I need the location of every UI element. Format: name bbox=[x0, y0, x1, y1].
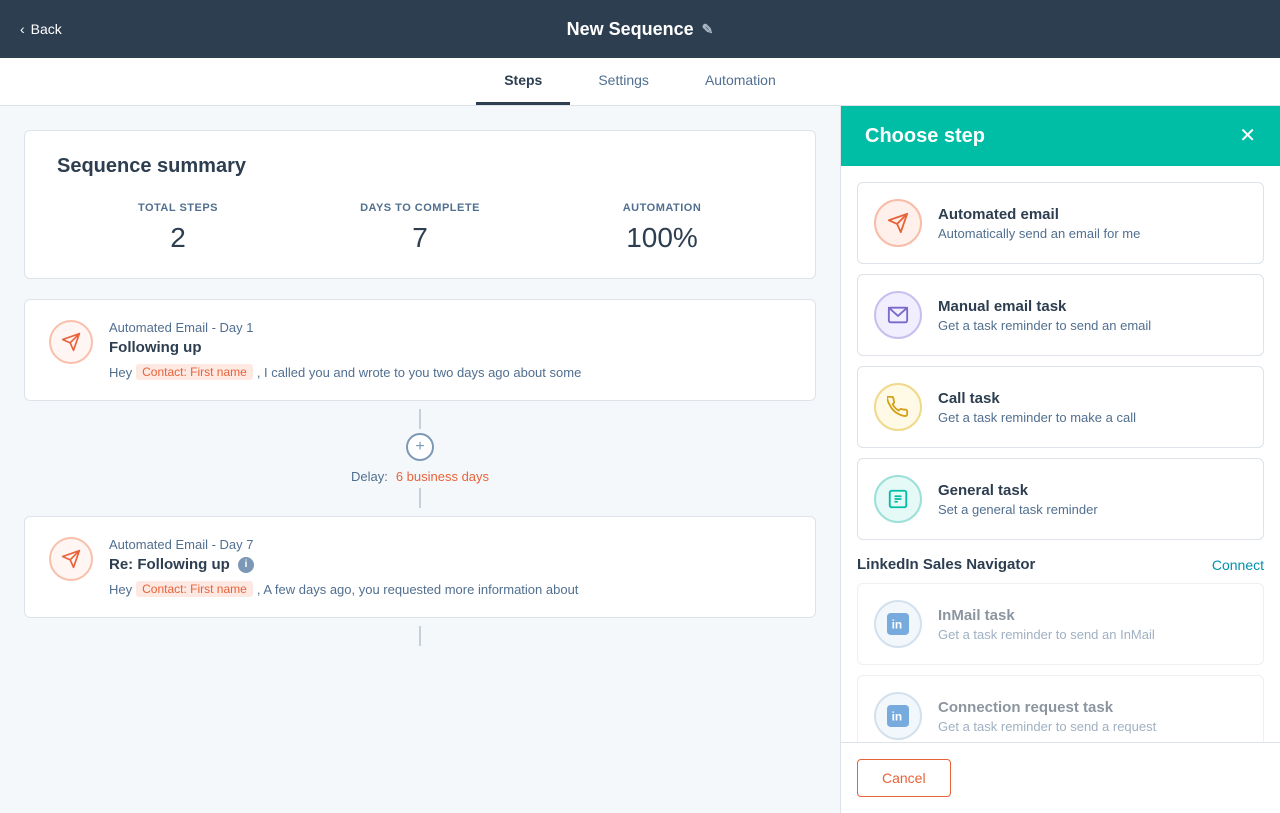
tab-settings[interactable]: Settings bbox=[570, 58, 677, 105]
manual-email-title: Manual email task bbox=[938, 298, 1151, 315]
info-icon: i bbox=[238, 557, 254, 573]
add-step-button[interactable]: + bbox=[406, 433, 434, 461]
connector-line-top bbox=[419, 409, 421, 429]
step-2-contact-token: Contact: First name bbox=[136, 581, 253, 597]
step-1-contact-token: Contact: First name bbox=[136, 364, 253, 380]
step-2-preview-after: , A few days ago, you requested more inf… bbox=[257, 582, 579, 597]
choose-step-title: Choose step bbox=[865, 125, 985, 148]
connection-request-title: Connection request task bbox=[938, 699, 1156, 716]
bottom-connector bbox=[24, 618, 816, 654]
general-task-title: General task bbox=[938, 482, 1098, 499]
delay-label: Delay: bbox=[351, 469, 388, 484]
automated-email-title: Automated email bbox=[938, 206, 1140, 223]
main-area: Sequence summary TOTAL STEPS 2 DAYS TO C… bbox=[0, 106, 1280, 813]
linkedin-connect-link[interactable]: Connect bbox=[1212, 557, 1264, 573]
stat-total-steps: TOTAL STEPS 2 bbox=[57, 202, 299, 254]
bottom-line bbox=[419, 626, 421, 646]
call-task-text: Call task Get a task reminder to make a … bbox=[938, 390, 1136, 425]
right-panel: Choose step ✕ Automated email Automatica… bbox=[840, 106, 1280, 813]
step-2-content: Automated Email - Day 7 Re: Following up… bbox=[109, 537, 791, 597]
option-general-task[interactable]: General task Set a general task reminder bbox=[857, 458, 1264, 540]
step-card-2[interactable]: Automated Email - Day 7 Re: Following up… bbox=[24, 516, 816, 618]
automated-email-icon bbox=[874, 199, 922, 247]
stat-days: DAYS TO COMPLETE 7 bbox=[299, 202, 541, 254]
automated-email-text: Automated email Automatically send an em… bbox=[938, 206, 1140, 241]
step-1-type-label: Automated Email - Day 1 bbox=[109, 320, 791, 335]
sequence-title: New Sequence bbox=[567, 19, 694, 40]
option-call-task[interactable]: Call task Get a task reminder to make a … bbox=[857, 366, 1264, 448]
general-task-desc: Set a general task reminder bbox=[938, 502, 1098, 517]
step-2-subject: Re: Following up i bbox=[109, 556, 791, 573]
general-task-icon bbox=[874, 475, 922, 523]
step-1-preview: Hey Contact: First name , I called you a… bbox=[109, 364, 791, 380]
linkedin-section: LinkedIn Sales Navigator Connect in InMa… bbox=[857, 556, 1264, 742]
connection-request-icon: in bbox=[874, 692, 922, 740]
step-1-subject: Following up bbox=[109, 339, 791, 356]
cancel-button[interactable]: Cancel bbox=[857, 759, 951, 797]
linkedin-section-header: LinkedIn Sales Navigator Connect bbox=[857, 556, 1264, 573]
tab-automation[interactable]: Automation bbox=[677, 58, 804, 105]
nav-title-area: New Sequence ✎ bbox=[567, 19, 714, 40]
general-task-text: General task Set a general task reminder bbox=[938, 482, 1098, 517]
call-task-icon bbox=[874, 383, 922, 431]
svg-text:in: in bbox=[892, 618, 903, 632]
back-button[interactable]: ‹ Back bbox=[20, 21, 62, 37]
stat-automation-label: AUTOMATION bbox=[541, 202, 783, 214]
step-2-type-label: Automated Email - Day 7 bbox=[109, 537, 791, 552]
delay-value: 6 business days bbox=[396, 469, 489, 484]
option-connection-request: in Connection request task Get a task re… bbox=[857, 675, 1264, 742]
step-1-preview-before: Hey bbox=[109, 365, 132, 380]
summary-stats: TOTAL STEPS 2 DAYS TO COMPLETE 7 AUTOMAT… bbox=[57, 202, 783, 254]
step-1-icon bbox=[49, 320, 93, 364]
inmail-text: InMail task Get a task reminder to send … bbox=[938, 607, 1155, 642]
call-task-desc: Get a task reminder to make a call bbox=[938, 410, 1136, 425]
option-manual-email[interactable]: Manual email task Get a task reminder to… bbox=[857, 274, 1264, 356]
manual-email-icon bbox=[874, 291, 922, 339]
svg-text:in: in bbox=[892, 710, 903, 724]
stat-automation: AUTOMATION 100% bbox=[541, 202, 783, 254]
step-1-preview-after: , I called you and wrote to you two days… bbox=[257, 365, 581, 380]
step-card-1[interactable]: Automated Email - Day 1 Following up Hey… bbox=[24, 299, 816, 401]
stat-total-steps-value: 2 bbox=[57, 222, 299, 254]
edit-title-icon[interactable]: ✎ bbox=[702, 21, 714, 38]
top-navigation: ‹ Back New Sequence ✎ bbox=[0, 0, 1280, 58]
right-panel-body: Automated email Automatically send an em… bbox=[841, 166, 1280, 742]
delay-row: Delay: 6 business days bbox=[351, 469, 489, 484]
connection-request-text: Connection request task Get a task remin… bbox=[938, 699, 1156, 734]
linkedin-section-label: LinkedIn Sales Navigator bbox=[857, 556, 1035, 573]
close-panel-button[interactable]: ✕ bbox=[1239, 126, 1256, 146]
stat-total-steps-label: TOTAL STEPS bbox=[57, 202, 299, 214]
tab-steps[interactable]: Steps bbox=[476, 58, 570, 105]
back-label: Back bbox=[31, 21, 62, 37]
automated-email-desc: Automatically send an email for me bbox=[938, 226, 1140, 241]
right-panel-footer: Cancel bbox=[841, 742, 1280, 813]
summary-title: Sequence summary bbox=[57, 155, 783, 178]
stat-days-value: 7 bbox=[299, 222, 541, 254]
connection-request-desc: Get a task reminder to send a request bbox=[938, 719, 1156, 734]
inmail-icon: in bbox=[874, 600, 922, 648]
manual-email-text: Manual email task Get a task reminder to… bbox=[938, 298, 1151, 333]
step-1-content: Automated Email - Day 1 Following up Hey… bbox=[109, 320, 791, 380]
delay-connector: + Delay: 6 business days bbox=[24, 401, 816, 516]
step-2-icon bbox=[49, 537, 93, 581]
summary-card: Sequence summary TOTAL STEPS 2 DAYS TO C… bbox=[24, 130, 816, 279]
step-2-preview-before: Hey bbox=[109, 582, 132, 597]
stat-automation-value: 100% bbox=[541, 222, 783, 254]
manual-email-desc: Get a task reminder to send an email bbox=[938, 318, 1151, 333]
inmail-desc: Get a task reminder to send an InMail bbox=[938, 627, 1155, 642]
stat-days-label: DAYS TO COMPLETE bbox=[299, 202, 541, 214]
tab-bar: Steps Settings Automation bbox=[0, 58, 1280, 106]
left-panel: Sequence summary TOTAL STEPS 2 DAYS TO C… bbox=[0, 106, 840, 813]
call-task-title: Call task bbox=[938, 390, 1136, 407]
connector-line-bottom bbox=[419, 488, 421, 508]
option-inmail-task: in InMail task Get a task reminder to se… bbox=[857, 583, 1264, 665]
step-2-preview: Hey Contact: First name , A few days ago… bbox=[109, 581, 791, 597]
back-chevron-icon: ‹ bbox=[20, 21, 25, 37]
option-automated-email[interactable]: Automated email Automatically send an em… bbox=[857, 182, 1264, 264]
inmail-title: InMail task bbox=[938, 607, 1155, 624]
right-panel-header: Choose step ✕ bbox=[841, 106, 1280, 166]
